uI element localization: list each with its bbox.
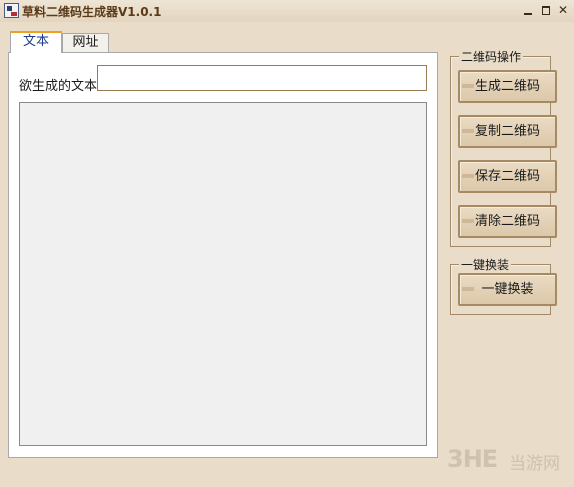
app-icon [4, 3, 19, 18]
watermark-text: 当游网 [509, 454, 560, 474]
button-handle-icon [462, 219, 474, 223]
copy-qr-button[interactable]: 复制二维码 [458, 115, 557, 148]
qr-operations-title: 二维码操作 [459, 48, 524, 65]
maximize-button[interactable] [538, 2, 554, 18]
save-qr-label: 保存二维码 [474, 169, 540, 184]
text-tab-panel: 欲生成的文本: [8, 52, 438, 458]
text-input[interactable] [97, 65, 427, 91]
button-handle-icon [462, 287, 474, 291]
qr-code-display [19, 102, 427, 446]
one-click-skin-group: 一键换装 一键换装 [450, 256, 557, 315]
site-watermark: 3HE 当游网 [447, 445, 571, 474]
save-qr-button[interactable]: 保存二维码 [458, 160, 557, 193]
copy-qr-label: 复制二维码 [474, 124, 540, 139]
window-title: 草料二维码生成器V1.0.1 [22, 5, 162, 19]
maximize-icon [542, 6, 550, 15]
clear-qr-label: 清除二维码 [474, 214, 540, 229]
one-click-skin-label: 一键换装 [481, 282, 534, 297]
one-click-skin-title: 一键换装 [459, 256, 512, 273]
tab-url[interactable]: 网址 [62, 33, 109, 53]
button-handle-icon [462, 129, 474, 133]
one-click-skin-button[interactable]: 一键换装 [458, 273, 557, 306]
qr-operations-group: 二维码操作 生成二维码 复制二维码 保存二维码 清除二维码 [450, 48, 557, 247]
text-input-label: 欲生成的文本: [19, 79, 102, 94]
close-button[interactable]: ✕ [555, 2, 571, 18]
close-icon: ✕ [557, 3, 569, 17]
title-bar: 草料二维码生成器V1.0.1 ✕ [0, 0, 574, 22]
clear-qr-button[interactable]: 清除二维码 [458, 205, 557, 238]
button-handle-icon [462, 174, 474, 178]
minimize-icon [524, 13, 532, 15]
generate-qr-label: 生成二维码 [474, 79, 540, 94]
generate-qr-button[interactable]: 生成二维码 [458, 70, 557, 103]
watermark-logo: 3HE [447, 445, 498, 473]
tab-text[interactable]: 文本 [10, 31, 62, 53]
minimize-button[interactable] [520, 2, 536, 18]
button-handle-icon [462, 84, 474, 88]
